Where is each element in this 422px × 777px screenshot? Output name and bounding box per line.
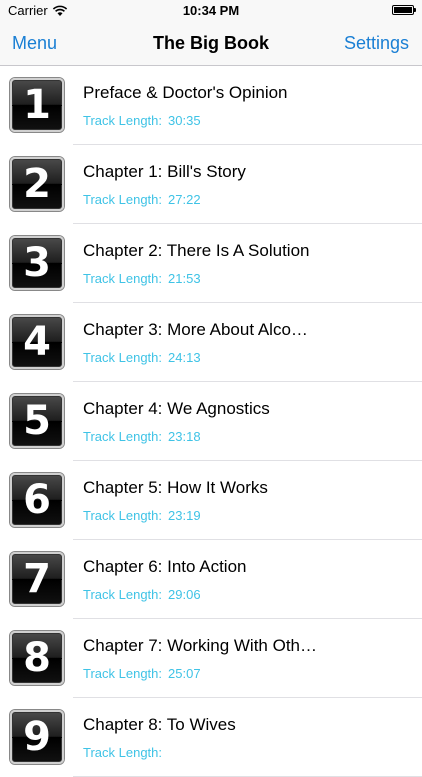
track-length: Track Length: 23:19 <box>83 508 201 523</box>
chapter-list: 1 Preface & Doctor's Opinion Track Lengt… <box>0 66 422 777</box>
chapter-number-badge: 7 <box>10 552 64 606</box>
chapter-number-badge: 4 <box>10 315 64 369</box>
chapter-title: Chapter 5: How It Works <box>83 478 268 497</box>
chapter-number-badge: 2 <box>10 157 64 211</box>
chapter-title: Preface & Doctor's Opinion <box>83 83 288 102</box>
settings-button[interactable]: Settings <box>344 33 409 54</box>
battery-icon <box>392 5 416 15</box>
chapter-number-badge: 3 <box>10 236 64 290</box>
chapter-title: Chapter 4: We Agnostics <box>83 399 270 418</box>
track-length-value: 21:53 <box>168 271 201 286</box>
track-length: Track Length: 25:07 <box>83 666 201 681</box>
chapter-title: Chapter 1: Bill's Story <box>83 162 246 181</box>
chapter-row-4[interactable]: 4 Chapter 3: More About Alco… Track Leng… <box>0 303 422 382</box>
chapter-title: Chapter 3: More About Alco… <box>83 320 308 339</box>
chapter-row-5[interactable]: 5 Chapter 4: We Agnostics Track Length: 2… <box>0 382 422 461</box>
chapter-row-2[interactable]: 2 Chapter 1: Bill's Story Track Length: 2… <box>0 145 422 224</box>
track-length: Track Length: 30:35 <box>83 113 201 128</box>
chapter-row-3[interactable]: 3 Chapter 2: There Is A Solution Track L… <box>0 224 422 303</box>
status-bar: Carrier 10:34 PM <box>0 0 422 22</box>
chapter-row-6[interactable]: 6 Chapter 5: How It Works Track Length: 2… <box>0 461 422 540</box>
track-length: Track Length: <box>83 745 163 760</box>
chapter-number-badge: 9 <box>10 710 64 764</box>
track-length-value: 27:22 <box>168 192 201 207</box>
chapter-row-9[interactable]: 9 Chapter 8: To Wives Track Length: <box>0 698 422 777</box>
track-length: Track Length: 21:53 <box>83 271 201 286</box>
chapter-row-1[interactable]: 1 Preface & Doctor's Opinion Track Lengt… <box>0 66 422 145</box>
chapter-title: Chapter 8: To Wives <box>83 715 236 734</box>
chapter-row-7[interactable]: 7 Chapter 6: Into Action Track Length: 29… <box>0 540 422 619</box>
track-length: Track Length: 23:18 <box>83 429 201 444</box>
track-length-value: 30:35 <box>168 113 201 128</box>
chapter-title: Chapter 7: Working With Oth… <box>83 636 317 655</box>
track-length: Track Length: 24:13 <box>83 350 201 365</box>
track-length-value: 25:07 <box>168 666 201 681</box>
chapter-title: Chapter 2: There Is A Solution <box>83 241 310 260</box>
track-length: Track Length: 29:06 <box>83 587 201 602</box>
navigation-bar: Menu The Big Book Settings <box>0 22 422 66</box>
chapter-title: Chapter 6: Into Action <box>83 557 247 576</box>
chapter-row-8[interactable]: 8 Chapter 7: Working With Oth… Track Len… <box>0 619 422 698</box>
chapter-number-badge: 5 <box>10 394 64 448</box>
status-time: 10:34 PM <box>182 3 240 18</box>
chapter-number-badge: 6 <box>10 473 64 527</box>
track-length-value: 23:18 <box>168 429 201 444</box>
track-length-value: 24:13 <box>168 350 201 365</box>
chapter-number-badge: 8 <box>10 631 64 685</box>
chapter-number-badge: 1 <box>10 78 64 132</box>
track-length-value: 29:06 <box>168 587 201 602</box>
track-length: Track Length: 27:22 <box>83 192 201 207</box>
track-length-value: 23:19 <box>168 508 201 523</box>
